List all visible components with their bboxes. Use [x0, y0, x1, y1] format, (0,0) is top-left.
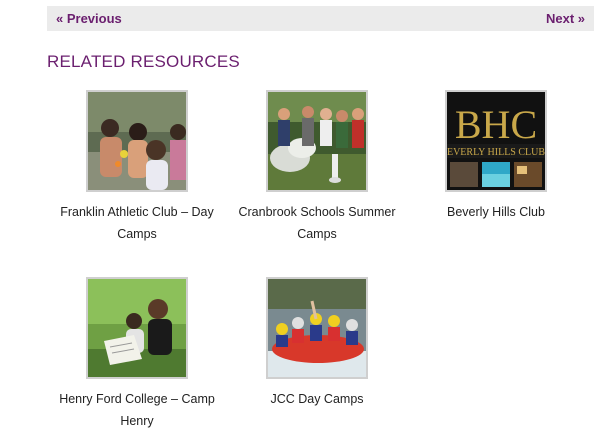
resource-thumbnail[interactable] — [266, 90, 368, 192]
whitewater-rafting-photo — [268, 279, 366, 377]
resource-card-franklin[interactable]: Franklin Athletic Club – Day Camps — [47, 90, 227, 245]
resource-title[interactable]: Henry Ford College – Camp Henry — [47, 388, 227, 432]
kids-drawing-outdoors-photo — [88, 279, 186, 377]
section-heading: RELATED RESOURCES — [47, 52, 240, 71]
resource-thumbnail[interactable] — [266, 277, 368, 379]
resource-title[interactable]: Cranbrook Schools Summer Camps — [227, 201, 407, 245]
resource-card-henry-ford[interactable]: Henry Ford College – Camp Henry — [47, 277, 227, 432]
resource-thumbnail[interactable] — [86, 277, 188, 379]
pagination-bar: « Previous Next » — [47, 6, 594, 31]
next-link[interactable]: Next » — [546, 11, 585, 26]
bhc-logo: BHC EVERLY HILLS CLUB — [447, 92, 545, 190]
resource-card-jcc[interactable]: JCC Day Camps — [227, 277, 407, 410]
bhc-logo-text: BHC — [455, 102, 537, 147]
kids-rocket-launch-photo — [268, 92, 366, 190]
resource-thumbnail[interactable] — [86, 90, 188, 192]
bhc-logo-subtext: EVERLY HILLS CLUB — [447, 147, 545, 158]
resource-title[interactable]: JCC Day Camps — [227, 388, 407, 410]
resource-thumbnail[interactable]: BHC EVERLY HILLS CLUB — [445, 90, 547, 192]
resource-title[interactable]: Beverly Hills Club — [406, 201, 586, 223]
resource-card-beverly-hills[interactable]: BHC EVERLY HILLS CLUB Beverly Hills Club — [406, 90, 586, 223]
resource-card-cranbrook[interactable]: Cranbrook Schools Summer Camps — [227, 90, 407, 245]
kids-water-play-photo — [88, 92, 186, 190]
previous-link[interactable]: « Previous — [56, 11, 122, 26]
resource-title[interactable]: Franklin Athletic Club – Day Camps — [47, 201, 227, 245]
